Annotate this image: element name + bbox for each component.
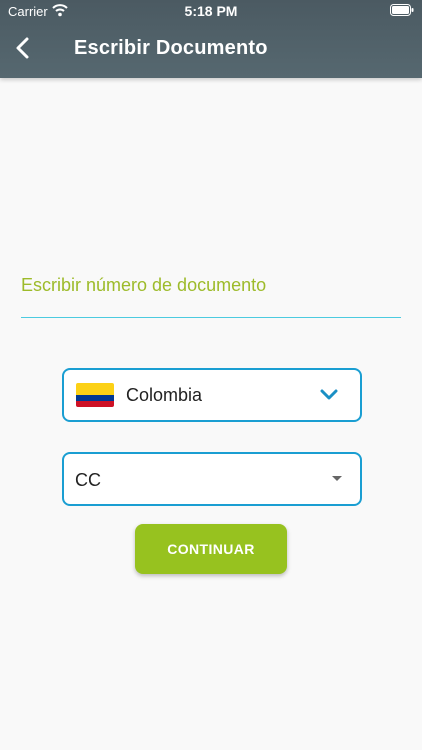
document-type-select[interactable]: CC bbox=[62, 452, 362, 506]
country-selected-label: Colombia bbox=[126, 385, 203, 405]
document-type-selected-label: CC bbox=[75, 470, 101, 490]
document-number-field[interactable] bbox=[21, 270, 401, 318]
caret-down-icon bbox=[332, 476, 342, 481]
status-time: 5:18 PM bbox=[184, 3, 238, 19]
document-number-input[interactable] bbox=[21, 270, 401, 300]
country-select[interactable]: Colombia bbox=[62, 368, 362, 422]
status-bar: Carrier 5:18 PM bbox=[0, 0, 422, 22]
app-header: Carrier 5:18 PM Escribir Documento bbox=[0, 0, 422, 78]
battery-icon bbox=[390, 4, 414, 16]
colombia-flag-icon bbox=[76, 383, 114, 407]
back-button[interactable] bbox=[10, 34, 38, 62]
chevron-left-icon bbox=[16, 37, 29, 59]
chevron-down-icon bbox=[320, 389, 338, 400]
page-title: Escribir Documento bbox=[74, 37, 268, 59]
continue-button[interactable]: CONTINUAR bbox=[135, 524, 287, 574]
